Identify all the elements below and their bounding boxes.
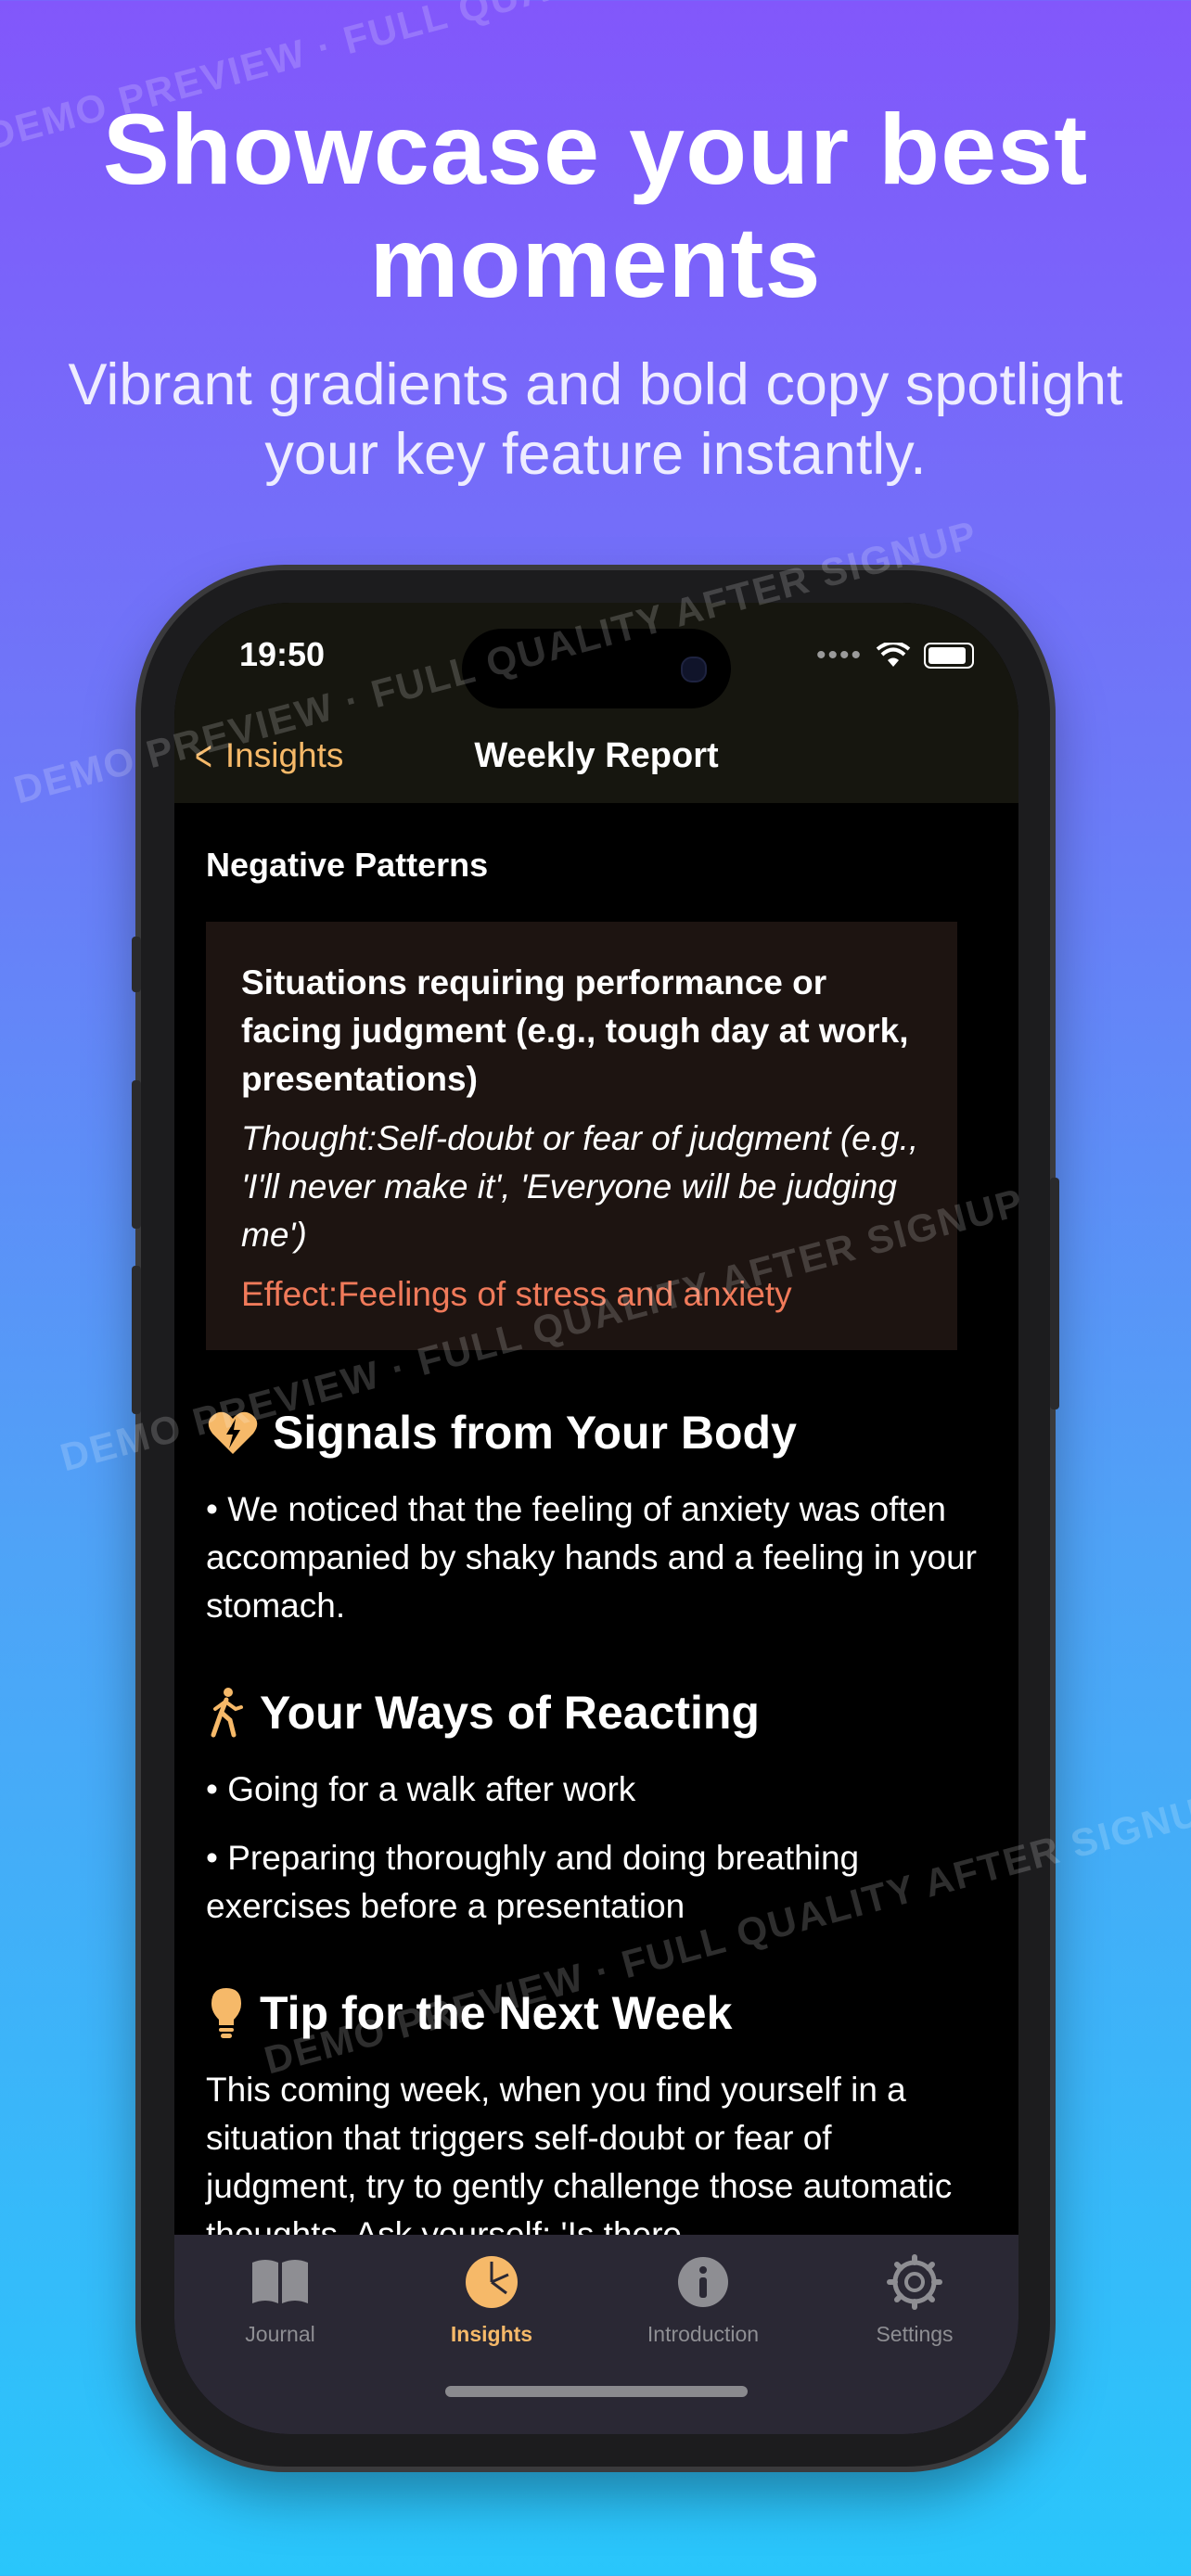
info-icon (597, 2251, 809, 2313)
status-indicators: •••• (816, 640, 974, 671)
phone-volume-up (132, 1080, 141, 1229)
wifi-icon (876, 643, 911, 667)
tab-introduction-label: Introduction (647, 2322, 760, 2346)
page-title: Weekly Report (474, 736, 719, 775)
promo-subline: Vibrant gradients and bold copy spotligh… (68, 352, 1123, 487)
status-time: 19:50 (239, 635, 326, 673)
camera-icon (681, 657, 707, 682)
reacting-item: • Going for a walk after work (206, 1770, 636, 1808)
walking-figure-icon (206, 1686, 247, 1740)
phone-side-button (132, 937, 141, 992)
tab-bar: Journal Insights Introduction Settings (174, 2235, 1018, 2434)
tab-journal-label: Journal (245, 2322, 315, 2346)
body-signals-header: Signals from Your Body (206, 1406, 987, 1460)
gear-icon (809, 2251, 1018, 2313)
body-signals-heading: Signals from Your Body (273, 1407, 797, 1459)
tab-introduction[interactable]: Introduction (597, 2251, 809, 2347)
tab-insights[interactable]: Insights (386, 2251, 597, 2347)
tip-text: This coming week, when you find yourself… (206, 2071, 953, 2253)
signal-dots-icon: •••• (815, 640, 863, 670)
pattern-card: Situations requiring performance or faci… (206, 922, 957, 1350)
lightbulb-icon (206, 1986, 247, 2040)
body-signals-text: • We noticed that the feeling of anxiety… (206, 1490, 977, 1625)
home-indicator (445, 2386, 748, 2397)
reacting-heading: Your Ways of Reacting (260, 1687, 760, 1739)
promo-headline: Showcase your best moments (102, 93, 1089, 318)
tab-insights-label: Insights (450, 2322, 533, 2346)
phone-volume-down (132, 1266, 141, 1414)
tab-settings[interactable]: Settings (809, 2251, 1018, 2347)
book-icon (174, 2251, 386, 2313)
tab-journal[interactable]: Journal (174, 2251, 386, 2347)
negative-patterns-heading: Negative Patterns (206, 846, 489, 884)
battery-icon (924, 643, 974, 669)
pattern-situation: Situations requiring performance or faci… (241, 963, 909, 1098)
pie-chart-icon (386, 2251, 597, 2313)
tab-settings-label: Settings (876, 2322, 954, 2346)
phone-power-button (1050, 1178, 1059, 1409)
phone-screen: 19:50 •••• < Insights Weekly Report Nega… (174, 603, 1018, 2434)
reacting-header: Your Ways of Reacting (206, 1686, 987, 1740)
